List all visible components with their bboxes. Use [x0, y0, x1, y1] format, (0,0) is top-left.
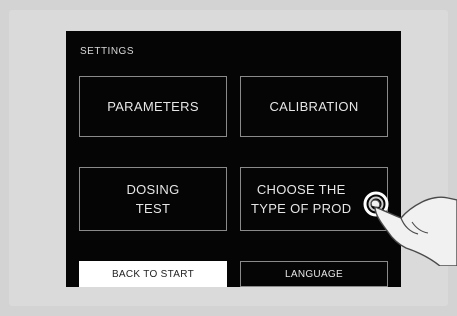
dosing-test-button[interactable]: DOSING TEST: [79, 167, 227, 231]
pointing-hand-icon: [363, 191, 457, 266]
back-to-start-button[interactable]: BACK TO START: [79, 261, 227, 287]
touch-screen: SETTINGS PARAMETERS CALIBRATION DOSING T…: [66, 31, 401, 287]
calibration-button[interactable]: CALIBRATION: [240, 76, 388, 137]
page-title: SETTINGS: [80, 46, 135, 57]
parameters-button[interactable]: PARAMETERS: [79, 76, 227, 137]
